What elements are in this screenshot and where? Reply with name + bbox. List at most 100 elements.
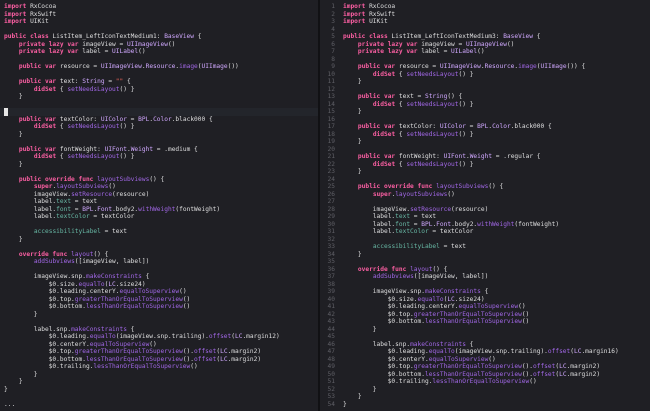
code-line[interactable]: imageView.setResource(resource) bbox=[0, 191, 318, 199]
code-line[interactable] bbox=[0, 168, 318, 176]
code-line[interactable]: 15 } bbox=[320, 108, 650, 116]
code-line[interactable]: super.layoutSubviews() bbox=[0, 183, 318, 191]
code-line[interactable]: 42 $0.top.greaterThanOrEqualToSuperview(… bbox=[320, 311, 650, 319]
code-line[interactable] bbox=[0, 318, 318, 326]
code-line[interactable]: 41 $0.leading.centerY.equalToSuperview() bbox=[320, 303, 650, 311]
code-line[interactable]: public var resource = UIImageView.Resour… bbox=[0, 63, 318, 71]
right-code-editor[interactable]: 1 import RxCocoa 2 import RxSwift 3 import UI… bbox=[320, 0, 650, 411]
code-line[interactable]: ... bbox=[0, 401, 318, 409]
code-line[interactable]: 34 } bbox=[320, 251, 650, 259]
code-line[interactable]: $0.leading.centerY.equalToSuperview() bbox=[0, 288, 318, 296]
code-line[interactable]: 43 $0.bottom.lessThanOrEqualToSuperview(… bbox=[320, 318, 650, 326]
code-line[interactable]: import RxCocoa bbox=[0, 3, 318, 11]
code-line[interactable]: 26 super.layoutSubviews() bbox=[320, 191, 650, 199]
code-line[interactable]: didSet { setNeedsLayout() } bbox=[0, 153, 318, 161]
code-line[interactable]: label.snp.makeConstraints { bbox=[0, 326, 318, 334]
code-line[interactable]: 10 didSet { setNeedsLayout() } bbox=[320, 71, 650, 79]
code-line[interactable]: 4 bbox=[320, 26, 650, 34]
code-line[interactable]: addSubviews([imageView, label]) bbox=[0, 258, 318, 266]
code-line[interactable]: 2 import RxSwift bbox=[320, 11, 650, 19]
code-line[interactable]: public var textColor: UIColor = BPL.Colo… bbox=[0, 116, 318, 124]
code-line[interactable] bbox=[0, 101, 318, 109]
code-line[interactable]: public var text: String = "" { bbox=[0, 78, 318, 86]
code-line[interactable] bbox=[0, 221, 318, 229]
code-line[interactable]: 37 addSubviews([imageView, label]) bbox=[320, 273, 650, 281]
code-line[interactable]: didSet { setNeedsLayout() } bbox=[0, 86, 318, 94]
code-line[interactable]: public var fontWeight: UIFont.Weight = .… bbox=[0, 146, 318, 154]
code-line[interactable]: } bbox=[0, 131, 318, 139]
code-line[interactable]: $0.trailing.lessThanOrEqualToSuperview() bbox=[0, 363, 318, 371]
code-line[interactable] bbox=[0, 71, 318, 79]
code-line[interactable]: $0.bottom.lessThanOrEqualToSuperview() bbox=[0, 303, 318, 311]
code-line[interactable]: 14 didSet { setNeedsLayout() } bbox=[320, 101, 650, 109]
code-line[interactable]: 48 $0.centerY.equalToSuperview() bbox=[320, 356, 650, 364]
code-line[interactable]: 11 } bbox=[320, 78, 650, 86]
code-line[interactable]: 31 label.textColor = textColor bbox=[320, 228, 650, 236]
code-line[interactable]: 3 import UIKit bbox=[320, 18, 650, 26]
code-line[interactable]: 24 bbox=[320, 176, 650, 184]
code-line[interactable]: } bbox=[0, 386, 318, 394]
code-line[interactable]: 22 didSet { setNeedsLayout() } bbox=[320, 161, 650, 169]
code-line[interactable]: public override func layoutSubviews() { bbox=[0, 176, 318, 184]
code-line[interactable]: } bbox=[0, 378, 318, 386]
code-line[interactable]: import RxSwift bbox=[0, 11, 318, 19]
code-line[interactable]: 29 label.text = text bbox=[320, 213, 650, 221]
code-line[interactable]: label.textColor = textColor bbox=[0, 213, 318, 221]
left-code-editor[interactable]: import RxCocoa import RxSwift import UIKit… bbox=[0, 0, 318, 411]
code-line[interactable]: 44 } bbox=[320, 326, 650, 334]
code-line[interactable]: 18 didSet { setNeedsLayout() } bbox=[320, 131, 650, 139]
code-line[interactable]: $0.size.equalTo(LC.size24) bbox=[0, 281, 318, 289]
code-line[interactable]: 25 public override func layoutSubviews()… bbox=[320, 183, 650, 191]
code-line[interactable]: 33 accessibilityLabel = text bbox=[320, 243, 650, 251]
code-line[interactable]: didSet { setNeedsLayout() } bbox=[0, 123, 318, 131]
code-line[interactable]: 7 private lazy var label = UILabel() bbox=[320, 48, 650, 56]
code-line[interactable]: 50 $0.bottom.lessThanOrEqualToSuperview(… bbox=[320, 371, 650, 379]
code-line[interactable]: } bbox=[0, 371, 318, 379]
code-line[interactable]: private lazy var label = UILabel() bbox=[0, 48, 318, 56]
code-line[interactable]: 40 $0.size.equalTo(LC.size24) bbox=[320, 296, 650, 304]
code-line[interactable]: 49 $0.top.greaterThanOrEqualToSuperview(… bbox=[320, 363, 650, 371]
code-line[interactable]: 38 bbox=[320, 281, 650, 289]
code-line[interactable]: 1 import RxCocoa bbox=[320, 3, 650, 11]
code-line[interactable] bbox=[0, 26, 318, 34]
code-line[interactable]: 35 bbox=[320, 258, 650, 266]
code-line[interactable] bbox=[0, 56, 318, 64]
code-line[interactable]: 28 imageView.setResource(resource) bbox=[320, 206, 650, 214]
code-line[interactable]: 39 imageView.snp.makeConstraints { bbox=[320, 288, 650, 296]
code-line[interactable]: $0.top.greaterThanOrEqualToSuperview().o… bbox=[0, 348, 318, 356]
code-line[interactable]: import UIKit bbox=[0, 18, 318, 26]
code-line[interactable]: 32 bbox=[320, 236, 650, 244]
code-line[interactable]: label.text = text bbox=[0, 198, 318, 206]
code-line[interactable]: 27 bbox=[320, 198, 650, 206]
code-line[interactable]: 9 public var resource = UIImageView.Reso… bbox=[320, 63, 650, 71]
code-line[interactable]: label.font = BPL.Font.body2.withWeight(f… bbox=[0, 206, 318, 214]
code-line[interactable]: 20 bbox=[320, 146, 650, 154]
code-line[interactable]: 47 $0.leading.equalTo(imageView.snp.trai… bbox=[320, 348, 650, 356]
code-line[interactable]: 52 } bbox=[320, 386, 650, 394]
code-line[interactable]: } bbox=[0, 311, 318, 319]
code-line[interactable]: } bbox=[0, 161, 318, 169]
code-line[interactable] bbox=[0, 243, 318, 251]
code-line[interactable]: accessibilityLabel = text bbox=[0, 228, 318, 236]
code-line[interactable]: 36 override func layout() { bbox=[320, 266, 650, 274]
code-line[interactable]: 51 $0.trailing.lessThanOrEqualToSupervie… bbox=[320, 378, 650, 386]
code-line[interactable] bbox=[0, 393, 318, 401]
code-line[interactable]: private lazy var imageView = UIImageView… bbox=[0, 41, 318, 49]
code-line[interactable]: 13 public var text = String() { bbox=[320, 93, 650, 101]
code-line[interactable]: $0.top.greaterThanOrEqualToSuperview() bbox=[0, 296, 318, 304]
code-line[interactable]: 45 bbox=[320, 333, 650, 341]
code-line[interactable]: 19 } bbox=[320, 138, 650, 146]
code-line[interactable] bbox=[0, 266, 318, 274]
code-line[interactable]: 12 bbox=[320, 86, 650, 94]
code-line[interactable]: 53 } bbox=[320, 393, 650, 401]
code-line[interactable]: } bbox=[0, 93, 318, 101]
code-line[interactable]: 30 label.font = BPL.Font.body2.withWeigh… bbox=[320, 221, 650, 229]
code-line[interactable]: imageView.snp.makeConstraints { bbox=[0, 273, 318, 281]
code-line[interactable]: 16 bbox=[320, 116, 650, 124]
code-line[interactable]: $0.bottom.lessThanOrEqualToSuperview().o… bbox=[0, 356, 318, 364]
code-line[interactable]: 5 public class ListItem_LeftIconTextMediu… bbox=[320, 33, 650, 41]
code-line[interactable]: $0.centerY.equalToSuperview() bbox=[0, 341, 318, 349]
code-line[interactable]: 17 public var textColor: UIColor = BPL.C… bbox=[320, 123, 650, 131]
code-line[interactable]: 23 } bbox=[320, 168, 650, 176]
code-line[interactable]: public class ListItem_LeftIconTextMedium… bbox=[0, 33, 318, 41]
